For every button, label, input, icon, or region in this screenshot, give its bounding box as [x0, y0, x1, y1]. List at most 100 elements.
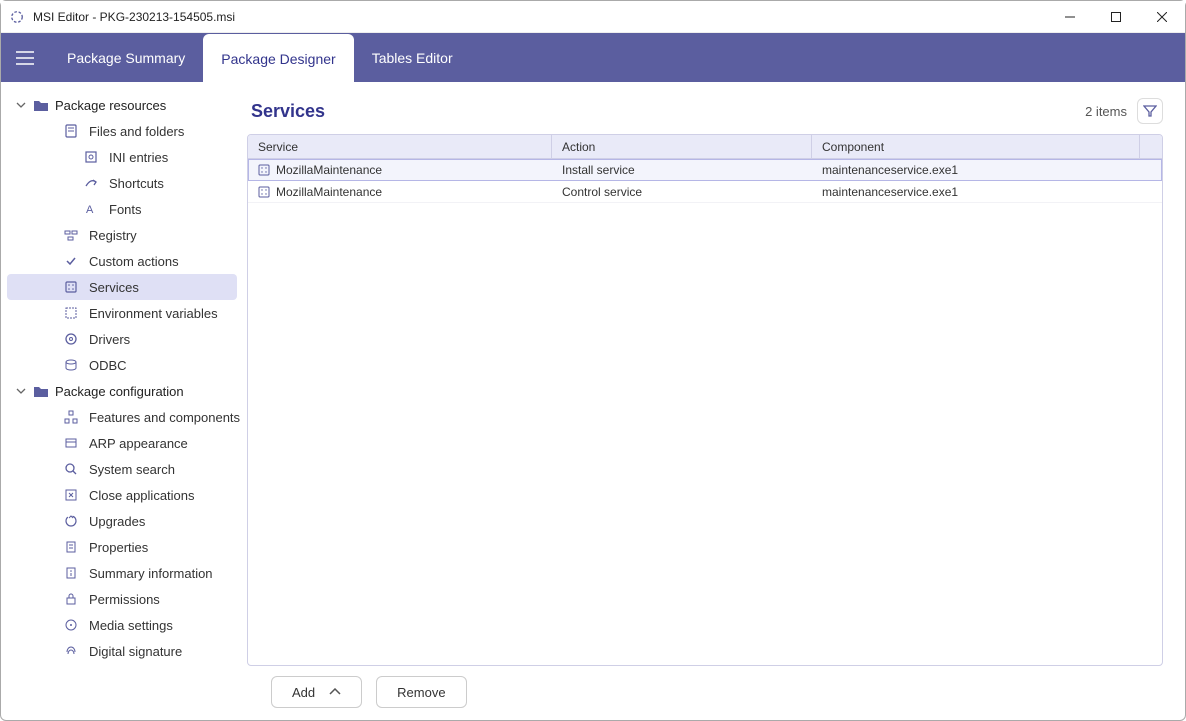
- sidebar-item-label: Summary information: [89, 566, 213, 581]
- services-table: Service Action Component MozillaMaintena…: [247, 134, 1163, 666]
- table-row[interactable]: MozillaMaintenance Install service maint…: [248, 159, 1162, 181]
- remove-button[interactable]: Remove: [376, 676, 466, 708]
- sidebar-item-features[interactable]: Features and components: [7, 404, 237, 430]
- titlebar: MSI Editor - PKG-230213-154505.msi: [1, 1, 1185, 33]
- sidebar-item-media[interactable]: Media settings: [7, 612, 237, 638]
- properties-icon: [63, 539, 79, 555]
- sidebar-item-properties[interactable]: Properties: [7, 534, 237, 560]
- lock-icon: [63, 591, 79, 607]
- chevron-up-icon: [329, 688, 341, 696]
- sidebar-item-closeapps[interactable]: Close applications: [7, 482, 237, 508]
- filter-button[interactable]: [1137, 98, 1163, 124]
- chevron-down-icon: [15, 100, 27, 110]
- table-body: MozillaMaintenance Install service maint…: [248, 159, 1162, 665]
- cell-component: maintenanceservice.exe1: [822, 163, 958, 177]
- search-icon: [63, 461, 79, 477]
- window-title: MSI Editor - PKG-230213-154505.msi: [33, 10, 235, 24]
- sidebar-item-label: INI entries: [109, 150, 168, 165]
- drivers-icon: [63, 331, 79, 347]
- column-service[interactable]: Service: [248, 135, 552, 158]
- minimize-button[interactable]: [1047, 1, 1093, 33]
- column-action[interactable]: Action: [552, 135, 812, 158]
- action-icon: [63, 253, 79, 269]
- sidebar-item-label: ARP appearance: [89, 436, 188, 451]
- window-controls: [1047, 1, 1185, 33]
- sidebar-item-label: Digital signature: [89, 644, 182, 659]
- sidebar: Package resources Files and folders INI …: [1, 82, 247, 720]
- fingerprint-icon: [63, 643, 79, 659]
- add-button[interactable]: Add: [271, 676, 362, 708]
- maximize-button[interactable]: [1093, 1, 1139, 33]
- database-icon: [63, 357, 79, 373]
- tab-tables-editor[interactable]: Tables Editor: [354, 33, 471, 82]
- tab-package-designer[interactable]: Package Designer: [203, 34, 353, 83]
- registry-icon: [63, 227, 79, 243]
- sidebar-item-label: Properties: [89, 540, 148, 555]
- chevron-down-icon: [15, 386, 27, 396]
- sidebar-item-upgrades[interactable]: Upgrades: [7, 508, 237, 534]
- sidebar-item-env[interactable]: Environment variables: [7, 300, 237, 326]
- content: Services 2 items Service Action Componen…: [247, 82, 1185, 720]
- sidebar-item-shortcuts[interactable]: Shortcuts: [7, 170, 237, 196]
- sidebar-item-label: Registry: [89, 228, 137, 243]
- sidebar-item-registry[interactable]: Registry: [7, 222, 237, 248]
- sidebar-item-fonts[interactable]: A Fonts: [7, 196, 237, 222]
- sidebar-item-services[interactable]: Services: [7, 274, 237, 300]
- add-label: Add: [292, 685, 315, 700]
- items-count: 2 items: [1085, 104, 1127, 119]
- sidebar-item-label: Close applications: [89, 488, 195, 503]
- folder-icon: [33, 383, 49, 399]
- folder-icon: [33, 97, 49, 113]
- shortcut-icon: [83, 175, 99, 191]
- sidebar-item-search[interactable]: System search: [7, 456, 237, 482]
- sidebar-item-label: Fonts: [109, 202, 142, 217]
- close-button[interactable]: [1139, 1, 1185, 33]
- sidebar-item-odbc[interactable]: ODBC: [7, 352, 237, 378]
- filter-icon: [1143, 104, 1157, 118]
- main: Package resources Files and folders INI …: [1, 82, 1185, 720]
- info-icon: [63, 565, 79, 581]
- sidebar-item-label: Custom actions: [89, 254, 179, 269]
- sidebar-item-label: Environment variables: [89, 306, 218, 321]
- sidebar-item-files[interactable]: Files and folders: [7, 118, 237, 144]
- sidebar-item-label: Media settings: [89, 618, 173, 633]
- sidebar-item-drivers[interactable]: Drivers: [7, 326, 237, 352]
- menu-button[interactable]: [1, 33, 49, 82]
- ini-icon: [83, 149, 99, 165]
- tab-package-summary[interactable]: Package Summary: [49, 33, 203, 82]
- sidebar-item-label: Permissions: [89, 592, 160, 607]
- sidebar-item-permissions[interactable]: Permissions: [7, 586, 237, 612]
- sidebar-item-arp[interactable]: ARP appearance: [7, 430, 237, 456]
- app-icon: [9, 9, 25, 25]
- sidebar-group-resources[interactable]: Package resources: [1, 92, 243, 118]
- table-row[interactable]: MozillaMaintenance Control service maint…: [248, 181, 1162, 203]
- page-title: Services: [251, 101, 325, 122]
- media-icon: [63, 617, 79, 633]
- cell-action: Control service: [562, 185, 642, 199]
- document-icon: [63, 123, 79, 139]
- sidebar-item-label: Services: [89, 280, 139, 295]
- sidebar-group-label: Package resources: [55, 98, 166, 113]
- sidebar-item-ini[interactable]: INI entries: [7, 144, 237, 170]
- sidebar-item-label: Files and folders: [89, 124, 184, 139]
- footer-actions: Add Remove: [247, 666, 1163, 708]
- window-icon: [63, 435, 79, 451]
- sidebar-item-label: Features and components: [89, 410, 240, 425]
- services-icon: [63, 279, 79, 295]
- sidebar-item-summary-info[interactable]: Summary information: [7, 560, 237, 586]
- ribbon: Package Summary Package Designer Tables …: [1, 33, 1185, 82]
- components-icon: [63, 409, 79, 425]
- close-apps-icon: [63, 487, 79, 503]
- column-component[interactable]: Component: [812, 135, 1140, 158]
- sidebar-item-label: Upgrades: [89, 514, 145, 529]
- sidebar-group-label: Package configuration: [55, 384, 184, 399]
- column-spacer: [1140, 135, 1162, 158]
- font-icon: A: [83, 201, 99, 217]
- content-header: Services 2 items: [247, 98, 1163, 124]
- env-icon: [63, 305, 79, 321]
- sidebar-group-config[interactable]: Package configuration: [1, 378, 243, 404]
- table-header: Service Action Component: [248, 135, 1162, 159]
- cell-action: Install service: [562, 163, 635, 177]
- sidebar-item-custom-actions[interactable]: Custom actions: [7, 248, 237, 274]
- sidebar-item-digital-signature[interactable]: Digital signature: [7, 638, 237, 664]
